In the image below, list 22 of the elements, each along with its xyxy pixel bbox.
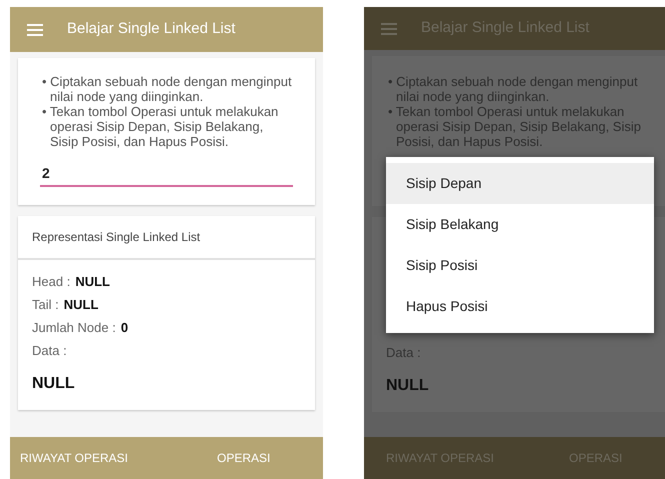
data-value: NULL (386, 376, 430, 396)
field-label: Jumlah Node : (32, 319, 116, 337)
field-value: NULL (64, 296, 98, 314)
data-value: NULL (32, 374, 76, 394)
menu-item[interactable]: Sisip Belakang (386, 204, 654, 245)
field-label: Tail : (32, 296, 59, 314)
field-label: Data : (32, 342, 67, 360)
menu-item[interactable]: Sisip Depan (386, 163, 654, 204)
menu-item[interactable]: Hapus Posisi (386, 286, 654, 327)
instruction-text: • Ciptakan sebuah node dengan menginput nilai node yang diinginkan. (387, 74, 639, 104)
menu-icon[interactable] (381, 22, 397, 34)
field-value: NULL (75, 273, 110, 291)
instruction-text: • Tekan tombol Operasi untuk melakukan operasi Sisip Depan, Sisip Belakang, Sisip Posisi, dan Hapus Posisi. (387, 104, 642, 149)
instruction-text: • Ciptakan sebuah node dengan menginput nilai node yang diinginkan. (41, 74, 293, 104)
field-label: Head : (32, 273, 70, 291)
field-value: 0 (120, 319, 128, 337)
menu-item[interactable]: Sisip Posisi (386, 245, 654, 286)
node-input[interactable]: 2 (40, 163, 293, 187)
instruction-text: • Tekan tombol Operasi untuk melakukan operasi Sisip Depan, Sisip Belakang, Sisip Posisi, dan Hapus Posisi. (41, 104, 280, 149)
card-title: Representasi Single Linked List (32, 229, 200, 246)
app-title: Belajar Single Linked List (67, 19, 236, 40)
menu-icon[interactable] (27, 24, 43, 36)
